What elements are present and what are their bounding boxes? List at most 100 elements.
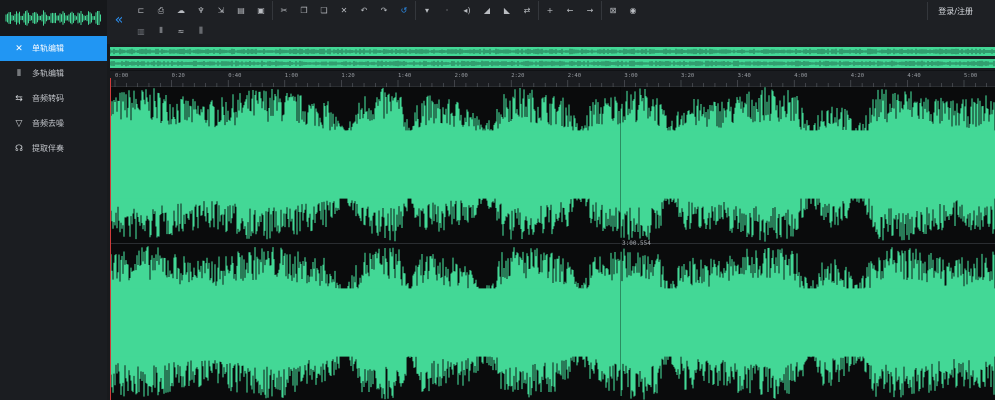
center-marker-line bbox=[620, 87, 621, 400]
headphones-icon: ☊ bbox=[15, 143, 23, 154]
folder-open-button[interactable]: ⊏ bbox=[131, 2, 151, 20]
effect-icon: ⫼ bbox=[199, 26, 203, 35]
fade-in-icon: ◢ bbox=[483, 6, 491, 15]
arrow-left-icon: ← bbox=[566, 6, 574, 15]
collapse-sidebar-button[interactable]: « bbox=[109, 8, 129, 32]
reverse-icon: ⇄ bbox=[523, 6, 531, 15]
scissors-icon: ✕ bbox=[15, 43, 23, 54]
waveform-logo-icon bbox=[5, 10, 101, 26]
fit-button[interactable]: ⊠ bbox=[603, 2, 623, 20]
ruler-label: 2:20 bbox=[511, 73, 525, 79]
copy-icon: ❐ bbox=[300, 6, 308, 15]
volume-button[interactable]: ◂) bbox=[457, 2, 477, 20]
ruler-label: 1:20 bbox=[341, 73, 355, 79]
paste-icon: ❏ bbox=[320, 6, 328, 15]
ruler-label: 1:40 bbox=[398, 73, 412, 79]
volume-icon: ◂) bbox=[463, 6, 471, 15]
zoom-in-button[interactable]: + bbox=[540, 2, 560, 20]
silence-button[interactable]: · bbox=[437, 2, 457, 20]
effect-button[interactable]: ⫼ bbox=[191, 22, 211, 40]
playhead[interactable] bbox=[110, 78, 111, 400]
fit-icon: ⊠ bbox=[609, 6, 617, 15]
bars-icon: ⦀ bbox=[159, 26, 163, 35]
sidebar-nav: ✕ 单轨编辑 ⦀ 多轨编辑 ⇆ 音频转码 ▽ 音频去噪 ☊ 提取伴奏 bbox=[0, 36, 107, 161]
sidebar-item-label: 音频去噪 bbox=[32, 119, 64, 128]
cut-icon: ✂ bbox=[280, 6, 288, 15]
loop-icon: ↺ bbox=[400, 6, 408, 15]
sidebar-item-2[interactable]: ⇆ 音频转码 bbox=[0, 86, 107, 111]
toolbar-separator bbox=[415, 1, 416, 20]
microphone-button[interactable]: ♆ bbox=[191, 2, 211, 20]
undo-button[interactable]: ↶ bbox=[354, 2, 374, 20]
arrow-left-button[interactable]: ← bbox=[560, 2, 580, 20]
equalizer-icon: ▥ bbox=[137, 26, 145, 36]
silence-icon: · bbox=[445, 6, 449, 15]
delete-button[interactable]: ✕ bbox=[334, 2, 354, 20]
ruler-label: 4:20 bbox=[850, 73, 865, 79]
dropdown-icon: ▾ bbox=[424, 6, 429, 15]
cursor-time-readout: 3:00.554 bbox=[622, 240, 651, 247]
export-button[interactable]: ⇲ bbox=[211, 2, 231, 20]
convert-icon: ⇆ bbox=[15, 93, 23, 104]
toolbar: « ⊏ ⎙ ☁ ♆ ⇲ ▤ ▣ ✂ ❐ ❏ ✕ ↶ ↷ ↺ ▾ · ◂) ◢ ◣ ⇄ + ← → ⊠ ◉ ▥ ⦀ ≈ ⫼ 登录/注册 bbox=[107, 0, 995, 44]
zoom-in-icon: + bbox=[546, 6, 554, 15]
double-chevron-left-icon: « bbox=[114, 12, 124, 28]
disk-button[interactable]: ▣ bbox=[251, 2, 271, 20]
save-button[interactable]: ⎙ bbox=[151, 2, 171, 20]
loop-button[interactable]: ↺ bbox=[394, 2, 414, 20]
bars-button[interactable]: ⦀ bbox=[151, 22, 171, 40]
toolbar-row-main: ⊏ ⎙ ☁ ♆ ⇲ ▤ ▣ ✂ ❐ ❏ ✕ ↶ ↷ ↺ ▾ · ◂) ◢ ◣ ⇄ + ← → ⊠ ◉ bbox=[131, 0, 643, 21]
ruler-label: 1:00 bbox=[284, 73, 299, 79]
undo-icon: ↶ bbox=[360, 6, 368, 15]
ruler-label: 2:00 bbox=[454, 73, 468, 79]
cut-button[interactable]: ✂ bbox=[274, 2, 294, 20]
sidebar-item-1[interactable]: ⦀ 多轨编辑 bbox=[0, 61, 107, 86]
login-register-button[interactable]: 登录/注册 bbox=[927, 2, 983, 20]
fade-out-icon: ◣ bbox=[503, 6, 511, 15]
overview-waveform bbox=[109, 47, 995, 68]
save-icon: ⎙ bbox=[157, 5, 165, 15]
waveform-overview[interactable] bbox=[109, 44, 995, 70]
folder-open-icon: ⊏ bbox=[137, 6, 145, 15]
export-icon: ⇲ bbox=[217, 6, 225, 15]
microphone-icon: ♆ bbox=[197, 6, 205, 15]
delete-icon: ✕ bbox=[340, 6, 348, 15]
eye-icon: ◉ bbox=[629, 6, 637, 15]
ruler-label: 0:20 bbox=[171, 73, 185, 79]
wave-icon: ≈ bbox=[177, 26, 185, 36]
ruler-label: 3:00 bbox=[624, 73, 638, 79]
toolbar-separator bbox=[272, 1, 273, 20]
waveform-editor[interactable] bbox=[109, 87, 995, 400]
dropdown-button[interactable]: ▾ bbox=[417, 2, 437, 20]
filter-icon: ▽ bbox=[15, 118, 23, 129]
fade-in-button[interactable]: ◢ bbox=[477, 2, 497, 20]
sidebar-item-label: 提取伴奏 bbox=[32, 144, 64, 153]
reverse-button[interactable]: ⇄ bbox=[517, 2, 537, 20]
toolbar-separator bbox=[601, 1, 602, 20]
sidebar-item-4[interactable]: ☊ 提取伴奏 bbox=[0, 136, 107, 161]
ruler-label: 5:00 bbox=[964, 73, 978, 79]
ruler-label: 0:40 bbox=[228, 73, 242, 79]
ruler-label: 4:40 bbox=[907, 73, 921, 79]
document-button[interactable]: ▤ bbox=[231, 2, 251, 20]
arrow-right-icon: → bbox=[586, 6, 594, 15]
ruler-label: 4:00 bbox=[794, 73, 808, 79]
cloud-icon: ☁ bbox=[177, 6, 185, 15]
redo-button[interactable]: ↷ bbox=[374, 2, 394, 20]
multitrack-icon: ⦀ bbox=[17, 68, 21, 79]
toolbar-row-effects: ▥ ⦀ ≈ ⫼ bbox=[131, 21, 211, 41]
time-ruler[interactable]: 0:00 0:20 0:40 1:00 1:20 1:40 2:00 2:20 2:40 3:00… bbox=[110, 71, 995, 87]
ruler-label: 0:00 bbox=[115, 73, 129, 79]
copy-button[interactable]: ❐ bbox=[294, 2, 314, 20]
sidebar-item-0[interactable]: ✕ 单轨编辑 bbox=[0, 36, 107, 61]
sidebar-item-3[interactable]: ▽ 音频去噪 bbox=[0, 111, 107, 136]
wave-button[interactable]: ≈ bbox=[171, 22, 191, 40]
equalizer-button[interactable]: ▥ bbox=[131, 22, 151, 40]
ruler-label: 3:20 bbox=[681, 73, 695, 79]
fade-out-button[interactable]: ◣ bbox=[497, 2, 517, 20]
cloud-button[interactable]: ☁ bbox=[171, 2, 191, 20]
paste-button[interactable]: ❏ bbox=[314, 2, 334, 20]
arrow-right-button[interactable]: → bbox=[580, 2, 600, 20]
eye-button[interactable]: ◉ bbox=[623, 2, 643, 20]
sidebar-item-label: 音频转码 bbox=[32, 94, 64, 103]
